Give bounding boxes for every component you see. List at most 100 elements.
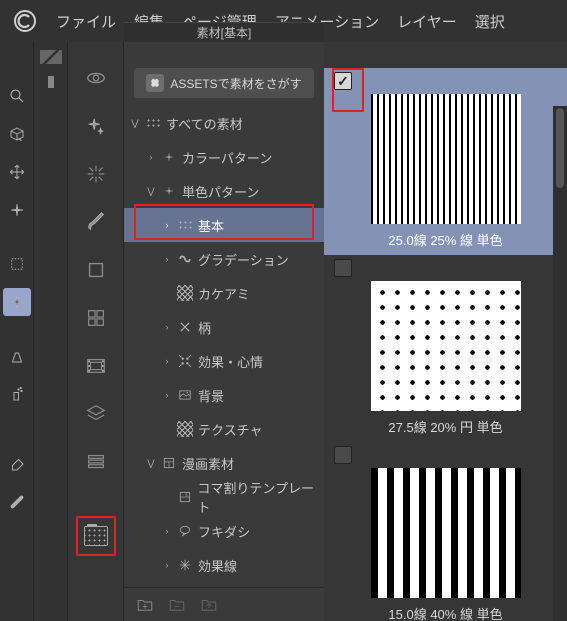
tree-item-balloon[interactable]: › フキダシ — [124, 514, 324, 548]
sparkle-icon — [160, 182, 178, 200]
material-grid: ✓ 25.0線 25% 線 単色 27.5線 20% 円 単色 15.0線 40… — [324, 42, 567, 621]
pen-tool-icon[interactable] — [3, 342, 31, 370]
layers-icon[interactable] — [80, 398, 112, 430]
menu-layer[interactable]: レイヤー — [397, 11, 457, 32]
eye-tool-icon[interactable] — [80, 62, 112, 94]
square-icon[interactable] — [80, 254, 112, 286]
chevron-right-icon: › — [162, 254, 172, 264]
material-item[interactable]: 15.0線 40% 線 単色 — [324, 442, 567, 621]
tree-item-label: グラデーション — [198, 250, 289, 269]
effectline-icon — [176, 556, 194, 574]
frame-icon — [176, 488, 194, 506]
tree-item-gradation[interactable]: › グラデーション — [124, 242, 324, 276]
material-tree: ⋁ すべての素材 › カラーパターン ⋁ 単色パターン › 基本 › — [124, 104, 324, 587]
spray-tool-icon[interactable] — [3, 380, 31, 408]
hatch-icon — [176, 284, 194, 302]
tree-item-label: 効果・心情 — [198, 352, 263, 371]
chevron-right-icon: › — [162, 220, 172, 230]
tree-item-label: 漫画素材 — [182, 454, 234, 473]
material-category-toolbar — [68, 42, 124, 621]
chevron-right-icon: › — [162, 526, 172, 536]
chevron-right-icon: › — [162, 390, 172, 400]
chevron-right-icon: › — [146, 152, 156, 162]
tree-item-label: 背景 — [198, 386, 224, 405]
panel-title: 素材[基本] — [124, 22, 324, 42]
wand-tool-icon[interactable] — [3, 288, 31, 316]
tree-item-kakeami[interactable]: カケアミ — [124, 276, 324, 310]
marquee-tool-icon[interactable] — [3, 250, 31, 278]
move-tool-icon[interactable] — [3, 158, 31, 186]
chevron-down-icon: ⋁ — [146, 186, 156, 197]
brush-icon[interactable] — [80, 206, 112, 238]
film-icon[interactable] — [80, 350, 112, 382]
tree-item-background[interactable]: › 背景 — [124, 378, 324, 412]
material-thumbnail[interactable] — [371, 94, 521, 224]
material-item[interactable]: 27.5線 20% 円 単色 — [324, 255, 567, 442]
texture-icon — [176, 420, 194, 438]
tree-item-all[interactable]: ⋁ すべての素材 — [124, 106, 324, 140]
menu-file[interactable]: ファイル — [56, 11, 116, 32]
chevron-right-icon: › — [162, 560, 172, 570]
material-thumbnail[interactable] — [371, 281, 521, 411]
material-item[interactable]: ✓ 25.0線 25% 線 単色 — [324, 68, 567, 255]
tree-item-mono-pattern[interactable]: ⋁ 単色パターン — [124, 174, 324, 208]
chevron-down-icon: ⋁ — [130, 118, 140, 129]
material-tree-panel: 素材[基本] ASSETSで素材をさがす ⋁ すべての素材 › カラーパターン … — [124, 42, 324, 621]
scrollbar-thumb[interactable] — [556, 108, 564, 188]
tree-item-effect[interactable]: › 効果・心情 — [124, 344, 324, 378]
blend-tool-icon[interactable] — [3, 488, 31, 516]
material-checkbox[interactable]: ✓ — [334, 72, 352, 90]
tree-item-color-pattern[interactable]: › カラーパターン — [124, 140, 324, 174]
assets-search-label: ASSETSで素材をさがす — [170, 75, 301, 92]
tree-item-texture[interactable]: テクスチャ — [124, 412, 324, 446]
material-checkbox[interactable] — [334, 259, 352, 277]
tree-item-label: フキダシ — [198, 522, 250, 541]
gradient-icon — [176, 250, 194, 268]
scrollbar[interactable] — [553, 106, 567, 621]
manga-icon — [160, 454, 178, 472]
material-name: 27.5線 20% 円 単色 — [388, 417, 502, 436]
sub-toolbar-stub — [34, 42, 68, 621]
dots-icon — [144, 114, 162, 132]
dots-icon — [176, 216, 194, 234]
tree-item-label: 単色パターン — [182, 182, 259, 201]
tree-item-label: 柄 — [198, 318, 211, 337]
eraser-tool-icon[interactable] — [3, 450, 31, 478]
grid-icon[interactable] — [80, 302, 112, 334]
cube-tool-icon[interactable] — [3, 120, 31, 148]
image-icon — [176, 386, 194, 404]
tree-item-label: コマ割りテンプレート — [197, 478, 324, 516]
folder-out-icon[interactable] — [198, 594, 220, 616]
menu-select[interactable]: 選択 — [475, 11, 505, 32]
tree-item-effect-line[interactable]: › 効果線 — [124, 548, 324, 582]
tree-item-frame-template[interactable]: コマ割りテンプレート — [124, 480, 324, 514]
stack-icon[interactable] — [80, 446, 112, 478]
tree-item-label: カラーパターン — [182, 148, 272, 167]
tree-item-pattern[interactable]: › 柄 — [124, 310, 324, 344]
assets-search-button[interactable]: ASSETSで素材をさがす — [134, 68, 314, 98]
material-checkbox[interactable] — [334, 446, 352, 464]
tree-item-label: 効果線 — [198, 556, 237, 575]
tree-item-label: カケアミ — [198, 284, 250, 303]
tree-item-label: テクスチャ — [198, 420, 262, 439]
material-name: 25.0線 25% 線 単色 — [388, 230, 502, 249]
panel-drag-icon[interactable] — [40, 50, 62, 64]
chevron-down-icon: ⋁ — [146, 458, 156, 469]
balloon-icon — [176, 522, 194, 540]
sparkle-icon[interactable] — [80, 110, 112, 142]
tree-item-manga[interactable]: ⋁ 漫画素材 — [124, 446, 324, 480]
main-toolbar — [0, 42, 34, 621]
material-thumbnail[interactable] — [371, 468, 521, 598]
burst-icon[interactable] — [80, 158, 112, 190]
material-folder-icon[interactable] — [80, 520, 112, 552]
star-tool-icon[interactable] — [3, 196, 31, 224]
magnifier-tool-icon[interactable] — [3, 82, 31, 110]
folder-remove-icon[interactable] — [166, 594, 188, 616]
folder-add-icon[interactable] — [134, 594, 156, 616]
tree-bottom-toolbar — [124, 587, 324, 621]
chevron-right-icon: › — [162, 356, 172, 366]
app-logo-icon[interactable] — [12, 8, 38, 34]
chevron-right-icon: › — [162, 322, 172, 332]
tree-item-basic[interactable]: › 基本 — [124, 208, 324, 242]
tree-item-label: すべての素材 — [166, 114, 243, 133]
